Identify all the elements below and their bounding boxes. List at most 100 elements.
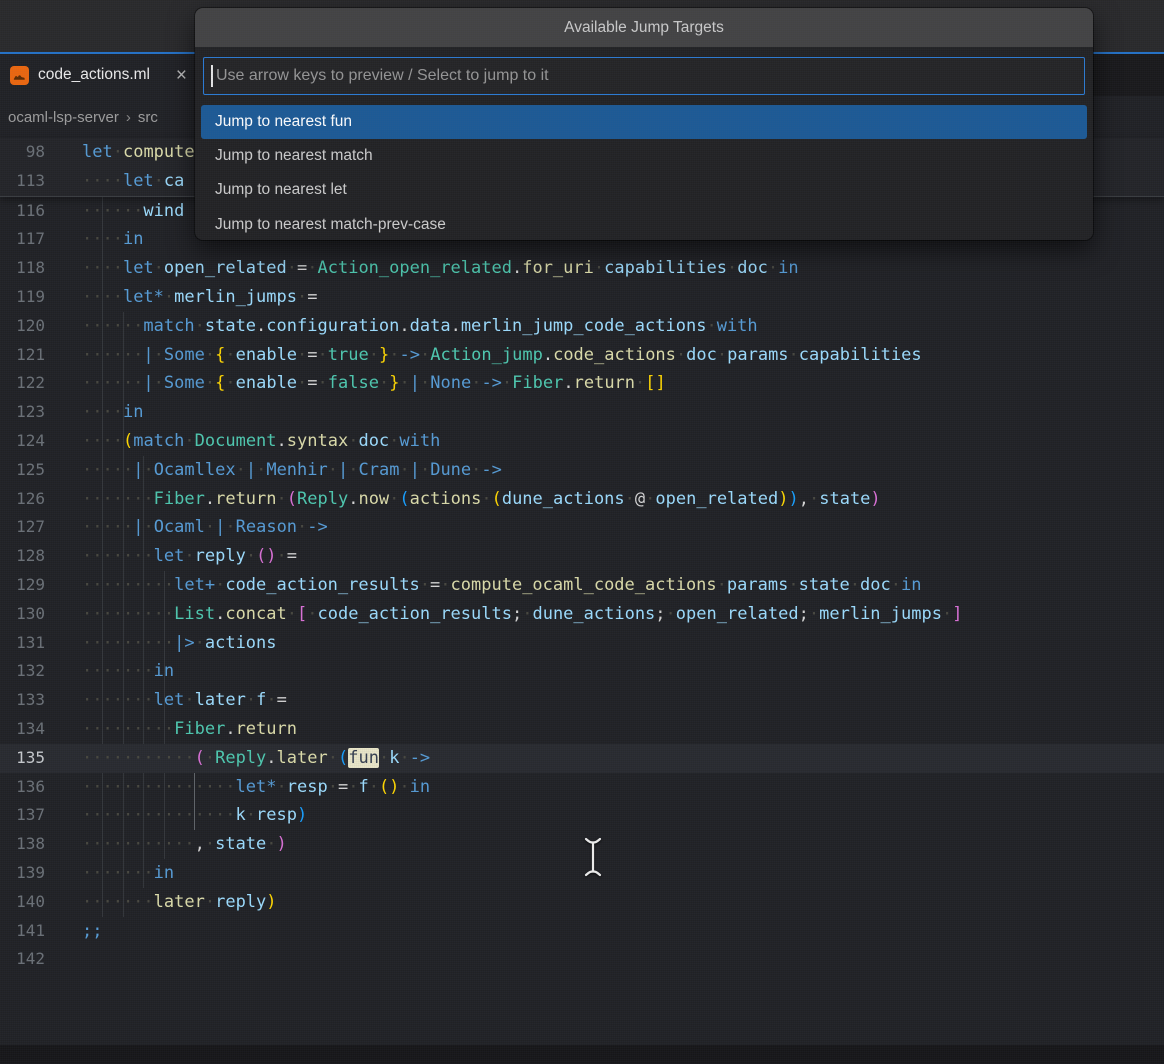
code-line-127[interactable]: 127·····|·Ocaml·|·Reason·-> — [0, 513, 1164, 542]
code-line-content[interactable]: ······|·Some·{·enable·=·true·}·->·Action… — [82, 341, 922, 370]
code-line-content[interactable]: ····in — [82, 225, 143, 254]
code-line-content[interactable]: ····let*·merlin_jumps·= — [82, 283, 317, 312]
code-line-content[interactable]: ·······Fiber.return·(Reply.now·(actions·… — [82, 485, 881, 514]
code-token: Some — [164, 373, 205, 393]
code-line-content[interactable]: ····let·ca — [82, 167, 184, 196]
tab-code-actions-ml[interactable]: code_actions.ml × — [0, 54, 198, 96]
code-token: ···· — [82, 229, 123, 249]
code-line-content[interactable]: ·········|>·actions — [82, 629, 277, 658]
code-line-content[interactable]: ····in — [82, 398, 143, 427]
code-line-content[interactable]: ·········Fiber.return — [82, 715, 297, 744]
code-token: · — [717, 345, 727, 365]
code-line-142[interactable]: 142 — [0, 945, 1164, 974]
code-line-141[interactable]: 141;; — [0, 917, 1164, 946]
line-number: 116 — [0, 197, 45, 226]
code-token: . — [266, 748, 276, 768]
code-line-content[interactable]: ····(match·Document.syntax·doc·with — [82, 427, 440, 456]
code-line-content[interactable]: ·····|·Ocaml·|·Reason·-> — [82, 513, 328, 542]
code-token: merlin_jumps — [819, 604, 942, 624]
code-line-130[interactable]: 130·········List.concat·[·code_action_re… — [0, 600, 1164, 629]
code-line-content[interactable]: ······match·state.configuration.data.mer… — [82, 312, 758, 341]
code-line-content[interactable]: ···········,·state·) — [82, 830, 287, 859]
code-token: · — [256, 460, 266, 480]
code-line-content[interactable]: ···············k·resp) — [82, 801, 307, 830]
line-number: 120 — [0, 312, 45, 341]
code-line-131[interactable]: 131·········|>·actions — [0, 629, 1164, 658]
code-token: return — [236, 719, 297, 739]
code-token: · — [318, 345, 328, 365]
code-line-content[interactable]: ·······let·reply·()·= — [82, 542, 297, 571]
code-line-132[interactable]: 132 ·······in — [0, 657, 1164, 686]
line-number: 129 — [0, 571, 45, 600]
code-line-122[interactable]: 122······|·Some·{·enable·=·false·}·|·Non… — [0, 369, 1164, 398]
code-token: -> — [410, 748, 430, 768]
code-line-124[interactable]: 124····(match·Document.syntax·doc·with — [0, 427, 1164, 456]
quick-pick-input[interactable] — [203, 57, 1085, 95]
code-line-content[interactable]: ···········(·Reply.later·(fun·k·-> — [82, 744, 430, 773]
dialog-title: Available Jump Targets — [195, 8, 1093, 47]
code-line-134[interactable]: 134·········Fiber.return — [0, 715, 1164, 744]
code-line-content[interactable]: let·compute — [82, 138, 195, 167]
code-line-120[interactable]: 120 ······match·state.configuration.data.… — [0, 312, 1164, 341]
quickpick-item[interactable]: Jump to nearest fun — [201, 105, 1087, 139]
quick-pick-list: Jump to nearest funJump to nearest match… — [195, 103, 1093, 238]
line-number: 140 — [0, 888, 45, 917]
code-line-content[interactable]: ;; — [82, 917, 102, 946]
code-line-content[interactable]: ······|·Some·{·enable·=·false·}·|·None·-… — [82, 369, 666, 398]
code-token: · — [266, 834, 276, 854]
code-line-content[interactable]: ·····|·Ocamllex·|·Menhir·|·Cram·|·Dune·-… — [82, 456, 502, 485]
breadcrumb-segment[interactable]: ocaml-lsp-server — [8, 109, 119, 126]
code-token: in — [410, 777, 430, 797]
line-number: 125 — [0, 456, 45, 485]
bottom-edge-strip — [0, 1045, 1164, 1064]
quickpick-item[interactable]: Jump to nearest match-prev-case — [201, 208, 1087, 242]
code-line-content[interactable]: ·········let+·code_action_results·=·comp… — [82, 571, 921, 600]
code-line-121[interactable]: 121······|·Some·{·enable·=·true·}·->·Act… — [0, 341, 1164, 370]
code-token: true — [328, 345, 369, 365]
code-line-content[interactable]: ···············let*·resp·=·f·()·in — [82, 773, 430, 802]
code-line-125[interactable]: 125 ·····|·Ocamllex·|·Menhir·|·Cram·|·Dun… — [0, 456, 1164, 485]
code-line-137[interactable]: 137···············k·resp) — [0, 801, 1164, 830]
editor[interactable]: 98let·compute113····let·ca 116······wind… — [0, 138, 1164, 1064]
code-token: ) — [266, 892, 276, 912]
close-icon[interactable]: × — [176, 66, 187, 85]
code-token: · — [328, 777, 338, 797]
code-token: code_action_results — [318, 604, 512, 624]
code-line-126[interactable]: 126·······Fiber.return·(Reply.now·(actio… — [0, 485, 1164, 514]
line-number: 132 — [0, 657, 45, 686]
code-line-118[interactable]: 118····let·open_related·=·Action_open_re… — [0, 254, 1164, 283]
quickpick-item[interactable]: Jump to nearest let — [201, 173, 1087, 207]
code-line-129[interactable]: 129 ·········let+·code_action_results·=·c… — [0, 571, 1164, 600]
code-token: | — [410, 373, 420, 393]
code-line-content[interactable]: ·······let·later·f·= — [82, 686, 287, 715]
code-line-135[interactable]: 135···········(·Reply.later·(fun·k·-> — [0, 744, 1164, 773]
code-token: enable — [236, 373, 297, 393]
code-token: · — [215, 575, 225, 595]
code-token: · — [594, 258, 604, 278]
code-line-content[interactable]: ······wind — [82, 197, 184, 226]
code-token: = — [297, 258, 307, 278]
code-token: · — [205, 748, 215, 768]
breadcrumb-segment[interactable]: src — [138, 109, 158, 126]
code-line-content[interactable]: ·······later·reply) — [82, 888, 277, 917]
code-token: ········· — [82, 575, 174, 595]
code-token: · — [307, 258, 317, 278]
quickpick-item[interactable]: Jump to nearest match — [201, 139, 1087, 173]
code-token: compute — [123, 142, 195, 162]
code-token: · — [706, 316, 716, 336]
code-token: open_related — [676, 604, 799, 624]
code-line-119[interactable]: 119····let*·merlin_jumps·= — [0, 283, 1164, 312]
code-line-content[interactable]: ·······in — [82, 859, 174, 888]
code-line-133[interactable]: 133·······let·later·f·= — [0, 686, 1164, 715]
code-token: ; — [799, 604, 809, 624]
code-line-content[interactable]: ····let·open_related·=·Action_open_relat… — [82, 254, 799, 283]
code-line-123[interactable]: 123····in — [0, 398, 1164, 427]
line-number: 117 — [0, 225, 45, 254]
code-token: Fiber — [512, 373, 563, 393]
code-line-136[interactable]: 136···············let*·resp·=·f·()·in — [0, 773, 1164, 802]
code-token: · — [277, 489, 287, 509]
code-line-128[interactable]: 128·······let·reply·()·= — [0, 542, 1164, 571]
code-line-content[interactable]: ·········List.concat·[·code_action_resul… — [82, 600, 962, 629]
code-line-content[interactable]: ·······in — [82, 657, 174, 686]
code-line-140[interactable]: 140 ·······later·reply) — [0, 888, 1164, 917]
